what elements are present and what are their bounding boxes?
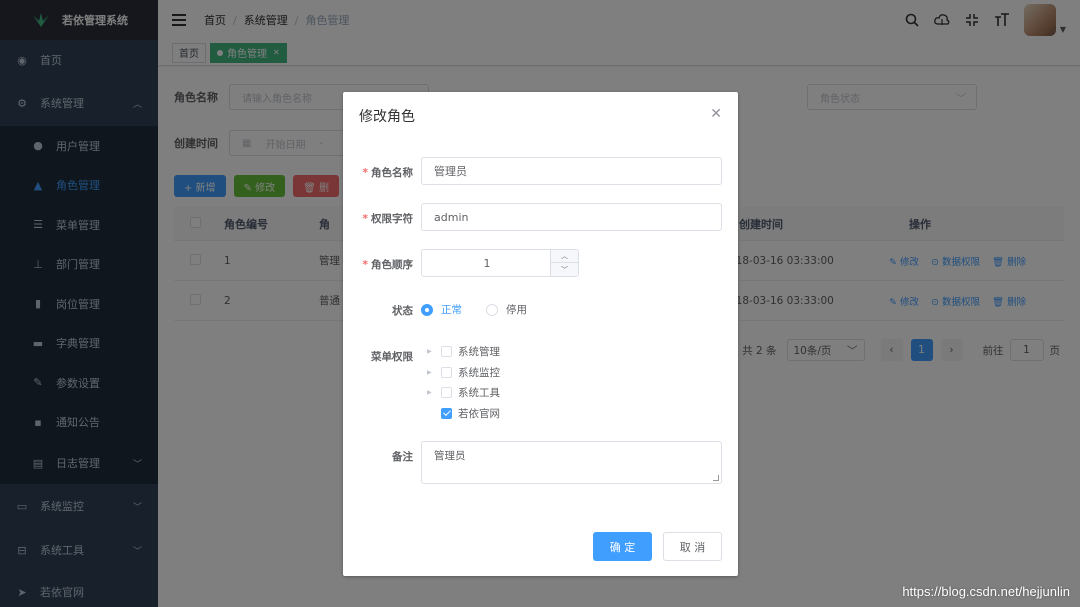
- remark-value: 管理员: [434, 450, 466, 462]
- close-icon[interactable]: ✕: [710, 106, 722, 122]
- tree-node-label: 系统管理: [458, 345, 500, 358]
- edit-role-dialog: 修改角色 ✕ * 角色名称 管理员 * 权限字符 admin * 角色顺序 1 ︿ ﹀…: [343, 92, 738, 576]
- role-sort-value[interactable]: 1: [422, 250, 552, 276]
- menu-permission-label: 菜单权限: [371, 351, 413, 363]
- role-sort-stepper[interactable]: 1 ︿ ﹀: [421, 249, 579, 277]
- caret-right-icon[interactable]: ▶: [427, 348, 437, 355]
- tree-node-label: 系统工具: [458, 386, 500, 399]
- caret-right-icon[interactable]: ▶: [427, 369, 437, 376]
- tree-node-label: 若依官网: [458, 407, 500, 420]
- role-sort-label: * 角色顺序: [362, 259, 414, 271]
- confirm-button[interactable]: 确 定: [593, 532, 652, 561]
- caret-right-icon[interactable]: ▶: [427, 389, 437, 396]
- menu-tree-node[interactable]: ▶ 系统工具: [427, 383, 500, 401]
- resize-handle-icon[interactable]: [713, 475, 719, 481]
- stepper-buttons: ︿ ﹀: [550, 250, 578, 276]
- stepper-down-icon[interactable]: ﹀: [551, 263, 578, 276]
- tree-node-label: 系统监控: [458, 366, 500, 379]
- radio-label: 正常: [441, 304, 462, 316]
- role-name-input[interactable]: 管理员: [421, 157, 722, 185]
- tree-checkbox[interactable]: [441, 366, 452, 378]
- watermark: https://blog.csdn.net/hejjunlin: [902, 584, 1070, 599]
- menu-tree-node[interactable]: ▶ 系统管理: [427, 342, 500, 360]
- tree-checkbox[interactable]: [441, 345, 452, 357]
- menu-tree-node[interactable]: 若依官网: [427, 404, 500, 422]
- menu-tree-node[interactable]: ▶ 系统监控: [427, 363, 500, 381]
- tree-checkbox[interactable]: [441, 386, 452, 398]
- role-key-label: * 权限字符: [362, 213, 414, 225]
- remark-label: 备注: [392, 451, 413, 463]
- status-radio-disabled[interactable]: 停用: [486, 302, 527, 317]
- tree-checkbox-checked[interactable]: [441, 407, 452, 419]
- radio-unchecked-icon: [486, 303, 498, 316]
- status-radio-normal[interactable]: 正常: [421, 302, 462, 317]
- stepper-up-icon[interactable]: ︿: [551, 250, 578, 263]
- role-key-input[interactable]: admin: [421, 203, 722, 231]
- dialog-title: 修改角色: [359, 109, 415, 125]
- radio-label: 停用: [506, 304, 527, 316]
- status-label: 状态: [392, 305, 413, 317]
- radio-checked-icon: [421, 303, 433, 316]
- remark-textarea[interactable]: 管理员: [421, 441, 722, 484]
- role-name-label: * 角色名称: [362, 167, 414, 179]
- cancel-button[interactable]: 取 消: [663, 532, 722, 561]
